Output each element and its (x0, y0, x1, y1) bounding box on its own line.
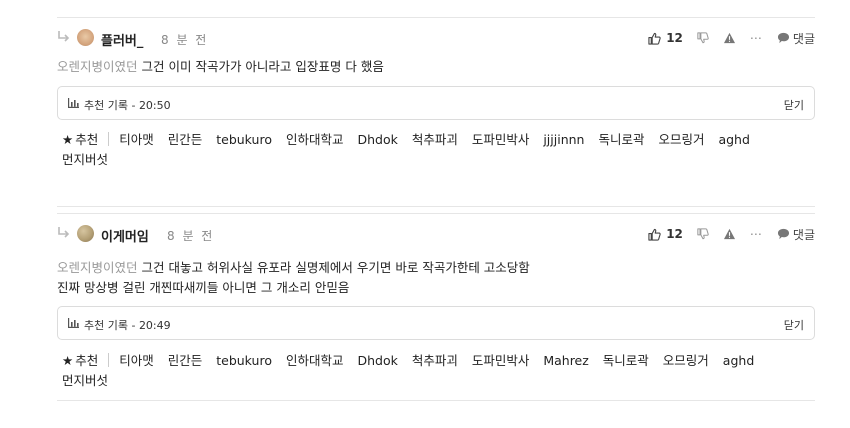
recommender-name[interactable]: Dhdok (357, 132, 397, 147)
reply-arrow-icon (58, 227, 70, 238)
recommender-name[interactable]: tebukuro (216, 353, 272, 368)
reply-arrow-icon (58, 31, 70, 42)
recommender-list: ★ 추천 티아맷 린간든 tebukuro 인하대학교 Dhdok 척추파괴 도파민… (62, 351, 815, 391)
comment-body: 오렌지병이였던 그건 대놓고 허위사실 유포라 실명제에서 우기면 바로 작곡가한… (57, 258, 530, 298)
recommender-name[interactable]: 먼지버섯 (62, 152, 108, 167)
recommend-record-box: 추천 기록 - 20:50 닫기 (57, 86, 815, 120)
recommender-name[interactable]: aghd (723, 353, 754, 368)
star-icon: ★ (62, 132, 74, 147)
like-button[interactable]: 12 (648, 31, 683, 45)
thumbs-down-icon (697, 32, 709, 44)
nickname[interactable]: 플러버_ (101, 30, 143, 49)
recommender-name[interactable]: 도파민박사 (472, 132, 530, 147)
user-tag: 오렌지병이였던 (57, 59, 138, 74)
close-button[interactable]: 닫기 (784, 317, 804, 333)
dislike-button[interactable] (697, 32, 709, 44)
comment-header: 이게머임 8 분 전 12 ⋯ 댓글 (57, 225, 815, 245)
report-button[interactable] (723, 32, 736, 44)
recommender-name[interactable]: 독니로곽 (598, 132, 644, 147)
comment-actions: 12 ⋯ 댓글 (634, 226, 815, 242)
comment: 이게머임 8 분 전 12 ⋯ 댓글 오렌지병이였던 그건 대놓고 허위사실 유포… (57, 213, 815, 401)
reply-label: 댓글 (792, 227, 815, 242)
recommender-name[interactable]: 린간든 (168, 132, 203, 147)
recommender-name[interactable]: 척추파괴 (412, 132, 458, 147)
recommender-name[interactable]: 척추파괴 (412, 353, 458, 368)
recommender-list: ★ 추천 티아맷 린간든 tebukuro 인하대학교 Dhdok 척추파괴 도파민… (62, 130, 815, 170)
thumbs-down-icon (697, 228, 709, 240)
divider (108, 353, 110, 367)
reply-button[interactable]: 댓글 (777, 226, 815, 243)
recommender-name[interactable]: 인하대학교 (286, 353, 344, 368)
recommender-name[interactable]: 오므링거 (658, 132, 704, 147)
more-menu-button[interactable]: ⋯ (750, 227, 763, 241)
recommender-name[interactable]: 독니로곽 (603, 353, 649, 368)
comment-actions: 12 ⋯ 댓글 (634, 30, 815, 46)
recommender-name[interactable]: 도파민박사 (472, 353, 530, 368)
like-button[interactable]: 12 (648, 227, 683, 241)
speech-bubble-icon (777, 228, 789, 240)
more-icon: ⋯ (749, 227, 763, 241)
thumbs-up-icon (648, 228, 661, 241)
recommender-name[interactable]: Dhdok (357, 353, 397, 368)
report-button[interactable] (723, 228, 736, 240)
recommender-name[interactable]: Mahrez (543, 353, 588, 368)
bar-chart-icon (68, 98, 79, 108)
recommender-name[interactable]: 티아맷 (119, 132, 154, 147)
comment-text-line: 그건 이미 작곡가가 아니라고 입장표명 다 했음 (141, 59, 384, 74)
recommender-name[interactable]: 티아맷 (119, 353, 154, 368)
recommend-record-label: 추천 기록 - 20:49 (84, 319, 171, 332)
divider (108, 132, 110, 146)
timestamp: 8 분 전 (161, 33, 209, 47)
timestamp: 8 분 전 (167, 229, 215, 243)
recommend-record-label: 추천 기록 - 20:50 (84, 99, 171, 112)
dislike-button[interactable] (697, 228, 709, 240)
reply-button[interactable]: 댓글 (777, 30, 815, 47)
recommend-title: 추천 (75, 132, 99, 147)
recommender-name[interactable]: jjjjinnn (543, 132, 584, 147)
comment-text-line: 진짜 망상병 걸린 개찐따새끼들 아니면 그 개소리 안믿음 (57, 280, 350, 295)
more-menu-button[interactable]: ⋯ (750, 31, 763, 45)
recommender-name[interactable]: 린간든 (168, 353, 203, 368)
recommend-record-box: 추천 기록 - 20:49 닫기 (57, 306, 815, 340)
comment-text-line: 그건 대놓고 허위사실 유포라 실명제에서 우기면 바로 작곡가한테 고소당함 (141, 260, 530, 275)
recommender-name[interactable]: 먼지버섯 (62, 373, 108, 388)
bar-chart-icon (68, 318, 79, 328)
like-count: 12 (666, 31, 683, 45)
reply-label: 댓글 (792, 31, 815, 46)
user-tag: 오렌지병이였던 (57, 260, 138, 275)
warning-icon (723, 32, 735, 44)
comment: 플러버_ 8 분 전 12 ⋯ 댓글 오렌지병이였던 그건 이미 작곡가가 아니라… (57, 17, 815, 207)
comment-body: 오렌지병이였던 그건 이미 작곡가가 아니라고 입장표명 다 했음 (57, 57, 384, 77)
nickname[interactable]: 이게머임 (101, 226, 149, 245)
speech-bubble-icon (777, 32, 789, 44)
more-icon: ⋯ (749, 31, 763, 45)
recommender-name[interactable]: tebukuro (216, 132, 272, 147)
warning-icon (723, 228, 735, 240)
close-button[interactable]: 닫기 (784, 97, 804, 113)
comment-header: 플러버_ 8 분 전 12 ⋯ 댓글 (57, 29, 815, 49)
recommender-name[interactable]: 인하대학교 (286, 132, 344, 147)
thumbs-up-icon (648, 32, 661, 45)
avatar[interactable] (77, 225, 94, 242)
avatar[interactable] (77, 29, 94, 46)
recommender-name[interactable]: 오므링거 (663, 353, 709, 368)
star-icon: ★ (62, 353, 74, 368)
recommender-name[interactable]: aghd (718, 132, 749, 147)
recommend-title: 추천 (75, 353, 99, 368)
like-count: 12 (666, 227, 683, 241)
